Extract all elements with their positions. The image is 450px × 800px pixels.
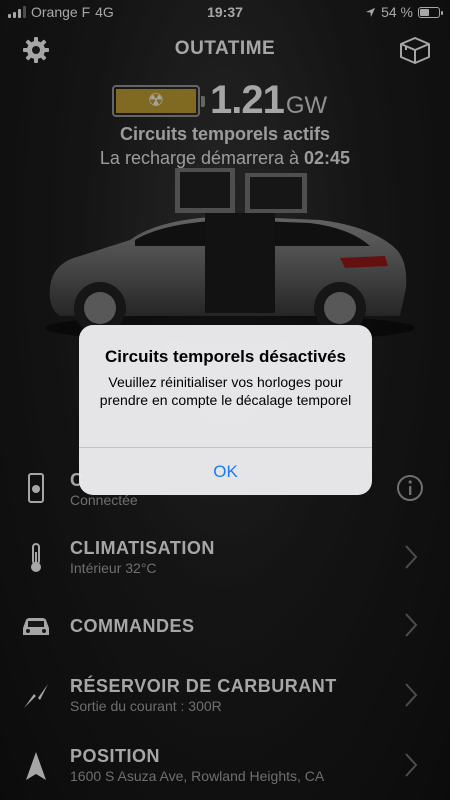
alert-dialog: Circuits temporels désactivés Veuillez r…	[79, 325, 372, 495]
alert-title: Circuits temporels désactivés	[105, 347, 346, 366]
alert-message: Veuillez réinitialiser vos horloges pour…	[99, 374, 352, 408]
ok-button[interactable]: OK	[79, 448, 372, 495]
